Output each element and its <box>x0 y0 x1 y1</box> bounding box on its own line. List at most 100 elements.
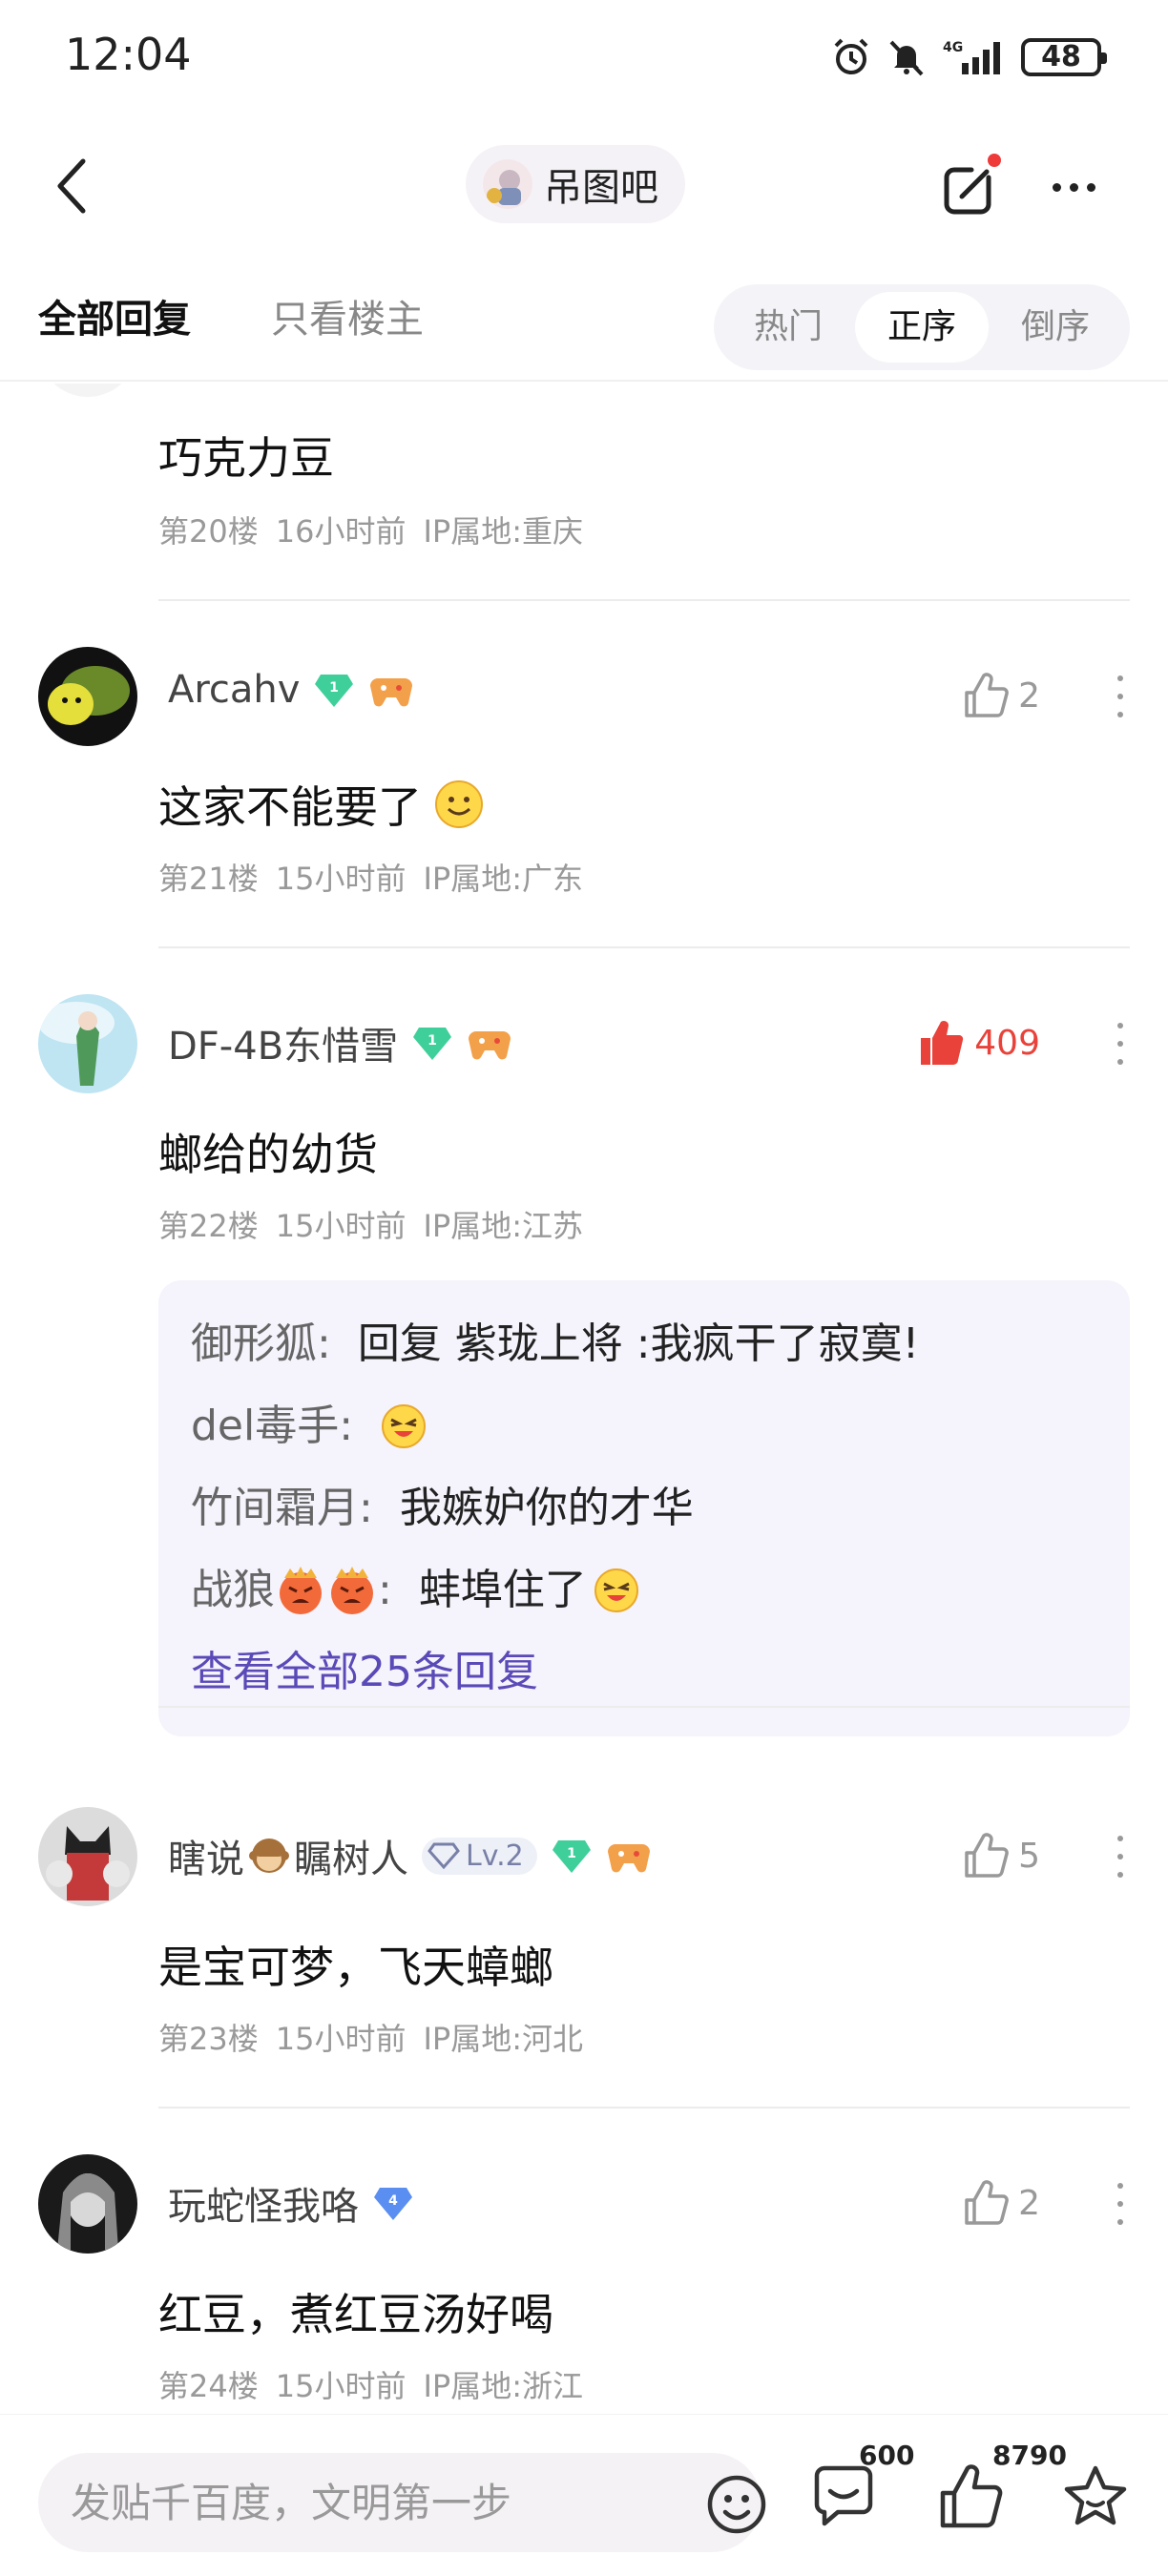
sub-reply-text: 回复 紫珑上将 :我疯干了寂寞! <box>357 1319 920 1368</box>
status-bar: 12:04 4G 48 <box>0 0 1168 114</box>
avatar[interactable] <box>38 1807 137 1906</box>
username-text: 瞎说 <box>168 1828 244 1883</box>
ip-location: IP属地:浙江 <box>423 2368 583 2404</box>
post-time: 15小时前 <box>275 861 407 897</box>
sub-reply-user[interactable]: del毒手 <box>191 1385 339 1467</box>
post-meta: 第21楼 15小时前 IP属地:广东 <box>158 855 600 899</box>
gem-level-icon: 1 <box>315 675 354 707</box>
floor-number: 第22楼 <box>158 1208 259 1244</box>
more-menu-button[interactable] <box>1040 158 1107 216</box>
signal-icon: 4G <box>943 40 1000 74</box>
gem-level-number: 4 <box>388 2193 398 2209</box>
sort-ascending[interactable]: 正序 <box>855 292 989 363</box>
grin-emoji-icon <box>594 1568 638 1612</box>
mute-bell-icon <box>889 40 924 76</box>
avatar[interactable] <box>38 2154 137 2254</box>
post-meta: 第24楼 15小时前 IP属地:浙江 <box>158 2362 600 2406</box>
reply-input[interactable] <box>71 2453 662 2552</box>
sub-reply[interactable]: 竹间霜月: 我嫉妒你的才华 <box>191 1467 1097 1549</box>
sub-reply-separator: : <box>339 1402 354 1450</box>
username[interactable]: DF-4B东惜雪 1 <box>168 1015 512 1070</box>
favorite-button[interactable] <box>1061 2462 1137 2539</box>
post-meta: 第20楼 16小时前 IP属地:重庆 <box>158 508 600 551</box>
compose-button[interactable] <box>933 149 1010 225</box>
sub-reply-separator: : <box>359 1484 373 1532</box>
emoji-button[interactable] <box>706 2474 767 2535</box>
reply-list[interactable]: 巧克力豆 第20楼 16小时前 IP属地:重庆 Arcahv 1 2 这家不能要了 … <box>0 384 1168 2406</box>
thumb-up-icon <box>940 2464 1003 2528</box>
gamepad-icon <box>370 678 413 707</box>
gem-level-number: 1 <box>428 1033 437 1049</box>
back-button[interactable] <box>38 153 105 219</box>
like-button[interactable]: 2 <box>963 2179 1040 2227</box>
nav-bar: 吊图吧 <box>0 124 1168 248</box>
like-count: 409 <box>974 1023 1040 1063</box>
username[interactable]: 瞎说 瞩树人 Lv.2 1 <box>168 1828 652 1883</box>
angry-emoji-icon <box>331 1567 373 1614</box>
forum-chip[interactable]: 吊图吧 <box>466 145 685 223</box>
sub-reply-user[interactable]: 御形狐 <box>191 1303 317 1385</box>
tab-op-only[interactable]: 只看楼主 <box>271 288 424 343</box>
username[interactable]: 玩蛇怪我咯 4 <box>168 2175 414 2231</box>
comments-button[interactable] <box>809 2462 886 2539</box>
post-more-button[interactable] <box>1111 1828 1130 1885</box>
gem-level-icon: 4 <box>374 2188 412 2220</box>
divider <box>158 1706 1130 1708</box>
post-more-button[interactable] <box>1111 2175 1130 2233</box>
chevron-left-icon <box>57 158 86 214</box>
tab-all-replies[interactable]: 全部回复 <box>38 288 191 343</box>
thumb-up-filled-icon <box>921 1021 964 1065</box>
sub-reply-user[interactable]: 战狼 <box>191 1549 275 1631</box>
floor-number: 第24楼 <box>158 2368 259 2404</box>
divider <box>158 946 1130 948</box>
like-count: 5 <box>1018 1836 1040 1876</box>
like-button[interactable]: 409 <box>919 1019 1040 1067</box>
like-post-button[interactable] <box>937 2462 1013 2539</box>
sub-reply[interactable]: 御形狐: 回复 紫珑上将 :我疯干了寂寞! <box>191 1303 1097 1385</box>
post-time: 15小时前 <box>275 1208 407 1244</box>
post-time: 16小时前 <box>275 513 407 550</box>
post-meta: 第23楼 15小时前 IP属地:河北 <box>158 2015 600 2059</box>
avatar[interactable] <box>38 384 137 397</box>
post-more-button[interactable] <box>1111 1015 1130 1072</box>
post-text-content: 这家不能要了 <box>158 781 422 833</box>
avatar[interactable] <box>38 647 137 746</box>
post-text: 巧克力豆 <box>158 432 334 484</box>
username[interactable]: Arcahv 1 <box>168 668 414 712</box>
bottom-bar: 600 8790 <box>0 2414 1168 2576</box>
post-text: 红豆，煮红豆汤好喝 <box>158 2289 553 2340</box>
like-count: 2 <box>1018 2183 1040 2223</box>
like-post-count: 8790 <box>992 2440 1067 2471</box>
level-badge-text: Lv.2 <box>466 1839 524 1873</box>
alarm-icon <box>834 38 868 74</box>
status-time: 12:04 <box>65 29 192 80</box>
sub-reply-separator: : <box>378 1566 392 1614</box>
like-button[interactable]: 2 <box>963 672 1040 719</box>
thumb-up-icon <box>965 1833 1009 1878</box>
sort-hot[interactable]: 热门 <box>721 292 855 363</box>
sub-reply-user[interactable]: 竹间霜月 <box>191 1467 359 1549</box>
diamond-outline-icon <box>428 1842 460 1870</box>
emoji-icon <box>707 2475 766 2534</box>
status-icons: 4G 48 <box>830 29 1107 86</box>
avatar[interactable] <box>38 994 137 1093</box>
post-more-button[interactable] <box>1111 668 1130 725</box>
sub-reply-box[interactable]: 御形狐: 回复 紫珑上将 :我疯干了寂寞! del毒手: 竹间霜月: 我嫉妒你的… <box>158 1280 1130 1736</box>
floor-number: 第23楼 <box>158 2021 259 2057</box>
reply-input-pill[interactable] <box>38 2453 766 2552</box>
smile-emoji-icon <box>435 780 483 828</box>
see-no-evil-monkey-icon <box>249 1839 289 1873</box>
view-all-replies-link[interactable]: 查看全部25条回复 <box>191 1631 1097 1714</box>
star-icon <box>1064 2465 1127 2525</box>
post-meta: 第22楼 15小时前 IP属地:江苏 <box>158 1202 600 1246</box>
gamepad-icon <box>607 1844 650 1873</box>
sort-descending[interactable]: 倒序 <box>989 292 1122 363</box>
network-label: 4G <box>943 40 963 55</box>
like-button[interactable]: 5 <box>963 1832 1040 1880</box>
sub-reply[interactable]: 战狼 : 蚌埠住了 <box>191 1549 1097 1631</box>
gem-level-icon: 1 <box>413 1028 452 1060</box>
ip-location: IP属地:重庆 <box>423 513 583 550</box>
like-count: 2 <box>1018 675 1040 716</box>
compose-icon <box>944 154 1001 215</box>
sub-reply[interactable]: del毒手: <box>191 1385 1097 1467</box>
